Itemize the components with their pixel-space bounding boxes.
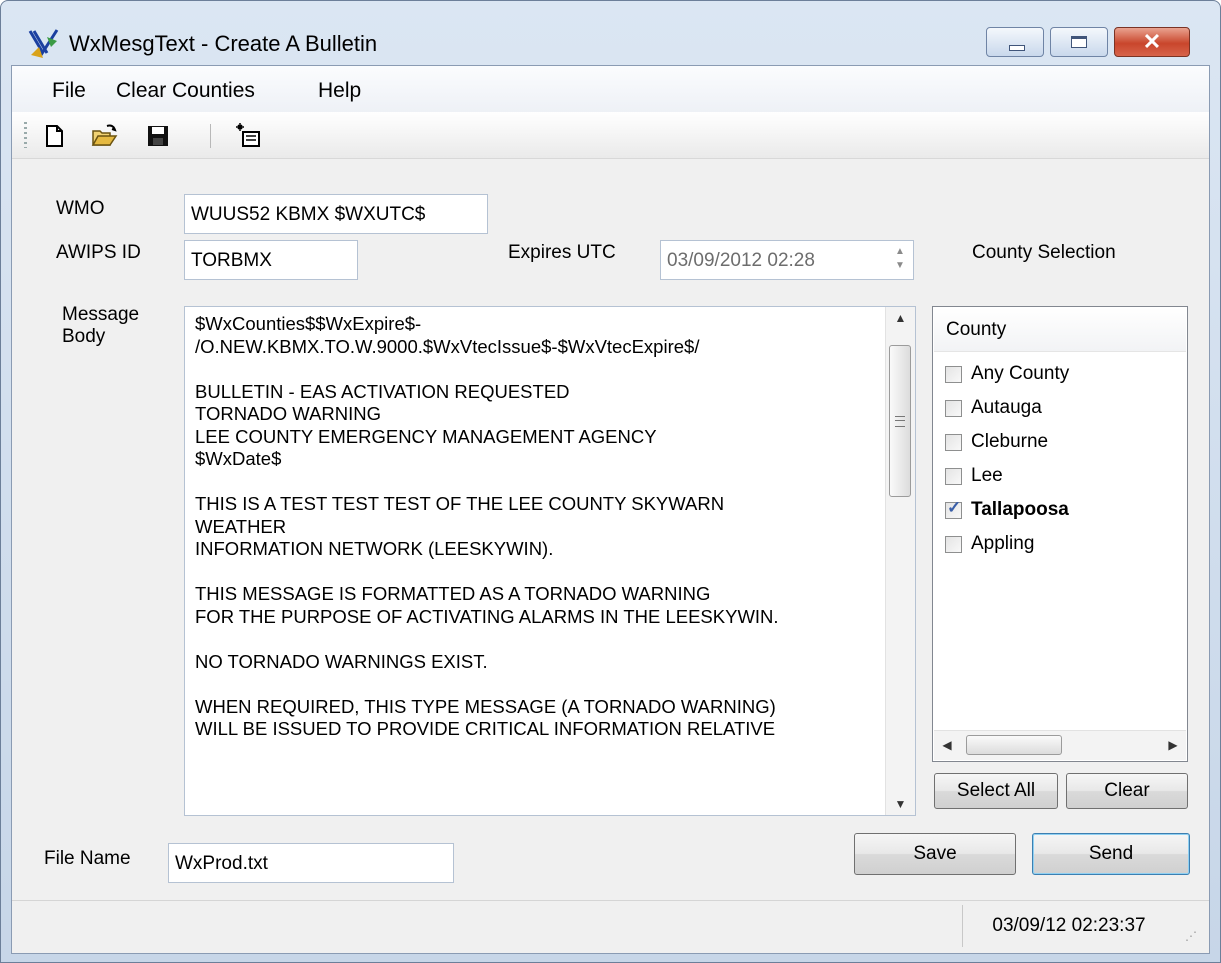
county-item[interactable]: Tallapoosa — [945, 495, 1069, 525]
minimize-button[interactable] — [986, 27, 1044, 57]
save-disk-icon[interactable] — [144, 122, 172, 150]
county-item[interactable]: Autauga — [945, 393, 1042, 423]
wmo-field[interactable]: WUUS52 KBMX $WXUTC$ — [184, 194, 488, 234]
spin-up-icon[interactable]: ▲ — [895, 246, 905, 257]
expires-utc-label: Expires UTC — [508, 242, 616, 263]
scroll-right-icon[interactable]: ▶ — [1166, 738, 1180, 752]
scroll-up-icon[interactable]: ▲ — [886, 311, 915, 325]
file-name-label: File Name — [44, 848, 131, 869]
message-label-line1: Message — [62, 304, 140, 325]
main-window: WxMesgText - Create A Bulletin ✕ File Cl… — [0, 0, 1221, 963]
county-checkbox[interactable] — [945, 433, 962, 451]
county-name: Cleburne — [971, 431, 1049, 452]
county-name: Lee — [971, 465, 1003, 486]
message-label-line2: Body — [62, 326, 106, 347]
new-document-icon[interactable] — [40, 122, 68, 150]
resize-grip-icon[interactable]: ⋰ — [1185, 929, 1203, 947]
scroll-left-icon[interactable]: ◀ — [940, 738, 954, 752]
status-timestamp: 03/09/12 02:23:37 — [962, 905, 1175, 947]
county-checkbox[interactable] — [945, 535, 962, 553]
toolbar-separator — [210, 124, 211, 148]
scroll-thumb[interactable] — [889, 345, 911, 497]
county-name: Appling — [971, 533, 1035, 554]
horizontal-scroll-thumb[interactable] — [966, 735, 1062, 755]
county-checkbox[interactable] — [945, 399, 962, 417]
message-body-label: Message Body — [62, 304, 139, 348]
save-button[interactable]: Save — [854, 833, 1016, 875]
county-checkbox[interactable] — [945, 365, 962, 383]
expires-utc-field[interactable]: 03/09/2012 02:28 — [660, 240, 914, 280]
file-name-field[interactable]: WxProd.txt — [168, 843, 454, 883]
county-item[interactable]: Lee — [945, 461, 1003, 491]
new-bulletin-icon[interactable] — [234, 122, 262, 150]
county-item[interactable]: Cleburne — [945, 427, 1048, 457]
toolbar-grip[interactable] — [24, 122, 27, 148]
maximize-button[interactable] — [1050, 27, 1108, 57]
county-column-header[interactable]: County — [934, 308, 1186, 352]
client-area: File Clear Counties Help WMO WUUS52 KBMX… — [11, 65, 1210, 954]
maximize-icon — [1071, 36, 1087, 48]
scroll-down-icon[interactable]: ▼ — [886, 797, 915, 811]
county-item[interactable]: Any County — [945, 359, 1069, 389]
message-vertical-scrollbar[interactable]: ▲ ▼ — [885, 307, 915, 815]
county-checkbox[interactable] — [945, 467, 962, 485]
caption-buttons: ✕ — [986, 27, 1190, 57]
spin-down-icon[interactable]: ▼ — [895, 260, 905, 271]
window-title: WxMesgText - Create A Bulletin — [69, 31, 378, 56]
minimize-icon — [1009, 45, 1025, 51]
message-body-text[interactable]: $WxCounties$$WxExpire$- /O.NEW.KBMX.TO.W… — [195, 313, 875, 809]
select-all-button[interactable]: Select All — [934, 773, 1058, 809]
menu-bar: File Clear Counties Help — [12, 66, 1209, 112]
county-name: Tallapoosa — [971, 499, 1069, 520]
county-horizontal-scrollbar[interactable]: ◀ ▶ — [934, 730, 1186, 760]
open-folder-icon[interactable] — [90, 122, 118, 150]
county-selection-label: County Selection — [972, 242, 1116, 263]
county-name: Any County — [971, 363, 1070, 384]
clear-button[interactable]: Clear — [1066, 773, 1188, 809]
county-checkbox-checked[interactable] — [945, 498, 962, 519]
status-bar: 03/09/12 02:23:37 ⋰ — [12, 900, 1209, 953]
close-button[interactable]: ✕ — [1114, 27, 1190, 57]
county-item[interactable]: Appling — [945, 529, 1034, 559]
county-listview[interactable]: County Any County Autauga Cleburne Lee T… — [932, 306, 1188, 762]
expires-spinner[interactable]: ▲ ▼ — [890, 242, 916, 282]
wmo-label: WMO — [56, 198, 105, 219]
message-body-textarea[interactable]: $WxCounties$$WxExpire$- /O.NEW.KBMX.TO.W… — [184, 306, 916, 816]
menu-file[interactable]: File — [46, 77, 92, 105]
weather-app-icon — [28, 29, 59, 58]
scroll-grip-icon — [895, 416, 905, 427]
menu-help[interactable]: Help — [312, 77, 367, 105]
toolbar — [12, 112, 1209, 159]
menu-clear-counties[interactable]: Clear Counties — [110, 77, 261, 105]
awips-id-label: AWIPS ID — [56, 242, 141, 263]
awips-id-field[interactable]: TORBMX — [184, 240, 358, 280]
close-icon: ✕ — [1142, 29, 1162, 54]
county-name: Autauga — [971, 397, 1042, 418]
send-button[interactable]: Send — [1032, 833, 1190, 875]
